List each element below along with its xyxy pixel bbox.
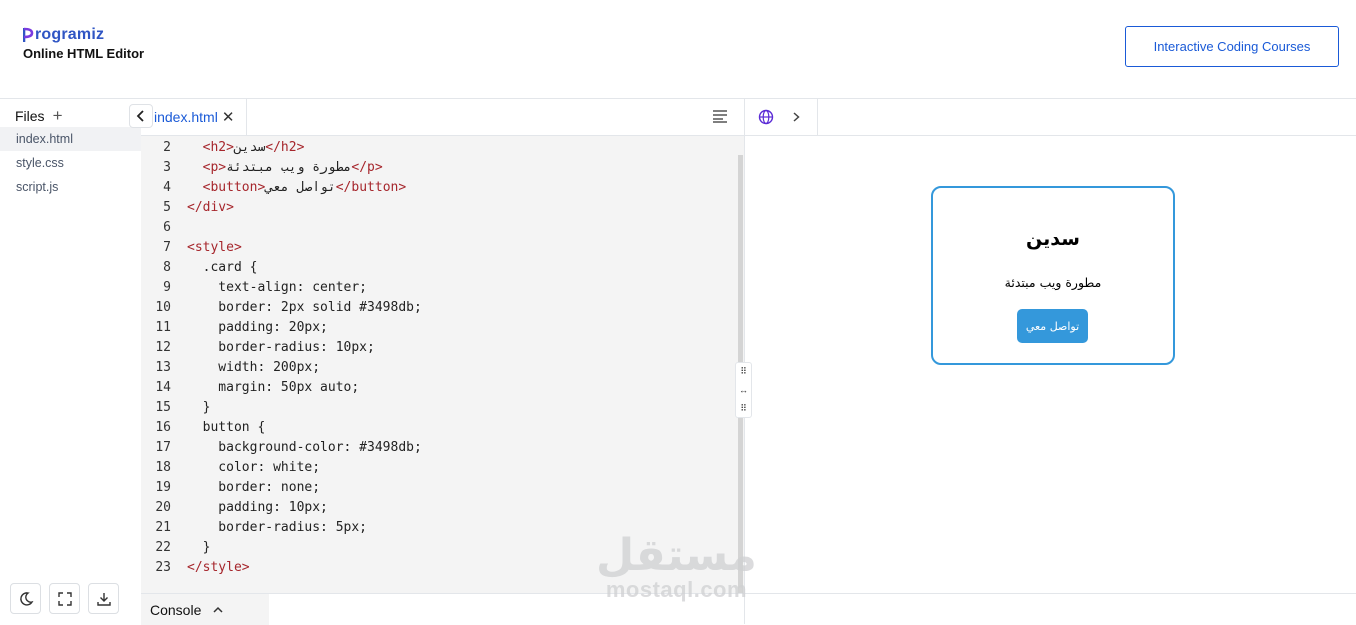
files-header: Files + — [15, 107, 63, 124]
line-source: } — [187, 400, 211, 415]
preview-toolbar — [745, 99, 1356, 136]
line-source: border-radius: 10px; — [187, 340, 375, 355]
line-source: border-radius: 5px; — [187, 520, 368, 535]
dark-mode-button[interactable] — [10, 583, 41, 614]
file-item-style[interactable]: style.css — [0, 151, 141, 175]
resize-handle[interactable]: ⠿ ↔ ⠿ — [735, 362, 752, 418]
files-panel: Files + index.html style.css script.js — [0, 99, 142, 624]
line-source: <style> — [187, 240, 242, 255]
download-icon — [96, 592, 111, 606]
line-source: </div> — [187, 200, 234, 215]
fullscreen-button[interactable] — [49, 583, 80, 614]
top-header: rogramiz Online HTML Editor Interactive … — [0, 0, 1356, 99]
interactive-courses-button[interactable]: Interactive Coding Courses — [1125, 26, 1339, 67]
line-number: 10 — [155, 300, 171, 315]
line-source: text-align: center; — [187, 280, 368, 295]
text-lines-icon — [713, 110, 727, 123]
line-number: 3 — [163, 160, 171, 175]
format-code-button[interactable] — [712, 109, 728, 128]
close-tab-icon[interactable]: ✕ — [222, 108, 235, 126]
programiz-p-icon — [23, 27, 34, 43]
file-item-script[interactable]: script.js — [0, 175, 141, 199]
line-number: 2 — [163, 140, 171, 155]
grip-dots-icon: ⠿ — [740, 403, 747, 413]
files-title: Files — [15, 108, 45, 124]
tab-label: index.html — [154, 109, 218, 125]
line-number: 19 — [155, 480, 171, 495]
line-source: } — [187, 540, 211, 555]
preview-card: سدين مطورة ويب مبتدئة تواصل معي — [931, 186, 1175, 365]
preview-divider — [745, 593, 1356, 594]
line-number: 14 — [155, 380, 171, 395]
code-area[interactable]: 2 <h2>سدين</h2> 3 <p>مطورة ويب مبتدئة</p>… — [141, 136, 744, 593]
download-button[interactable] — [88, 583, 119, 614]
preview-tab[interactable] — [745, 99, 818, 135]
line-number: 7 — [163, 240, 171, 255]
programiz-logo[interactable]: rogramiz Online HTML Editor — [23, 26, 144, 61]
editor-tabbar: index.html ✕ — [141, 99, 744, 136]
line-number: 5 — [163, 200, 171, 215]
preview-panel: سدين مطورة ويب مبتدئة تواصل معي — [744, 99, 1356, 624]
line-source: padding: 10px; — [187, 500, 328, 515]
line-source: <button>تواصل معي</button> — [202, 180, 407, 195]
line-number: 12 — [155, 340, 171, 355]
tab-index-html[interactable]: index.html ✕ — [141, 99, 247, 135]
line-number: 11 — [155, 320, 171, 335]
line-source: padding: 20px; — [187, 320, 328, 335]
line-number: 13 — [155, 360, 171, 375]
logo-text: rogramiz — [35, 26, 105, 43]
chevron-up-icon — [213, 606, 223, 613]
line-source: </style> — [187, 560, 250, 575]
line-number: 15 — [155, 400, 171, 415]
resize-arrows-icon: ↔ — [739, 385, 748, 395]
console-label: Console — [150, 601, 202, 618]
chevron-left-icon — [136, 110, 144, 122]
line-number: 16 — [155, 420, 171, 435]
line-number: 17 — [155, 440, 171, 455]
card-title: سدين — [1026, 228, 1080, 250]
card-text: مطورة ويب مبتدئة — [1004, 275, 1102, 290]
line-source: margin: 50px auto; — [187, 380, 360, 395]
add-file-icon[interactable]: + — [53, 107, 63, 124]
watermark-arabic: مستقل — [596, 530, 757, 581]
fullscreen-icon — [57, 591, 72, 606]
line-number: 20 — [155, 500, 171, 515]
line-number: 9 — [163, 280, 171, 295]
watermark: مستقل mostaql.com — [596, 533, 757, 601]
contact-button[interactable]: تواصل معي — [1017, 309, 1088, 343]
grip-dots-icon: ⠿ — [740, 366, 747, 376]
line-number: 22 — [155, 540, 171, 555]
line-source: border: 2px solid #3498db; — [187, 300, 422, 315]
line-source: button { — [187, 420, 266, 435]
line-number: 4 — [163, 180, 171, 195]
sidebar-bottom-actions — [10, 583, 119, 614]
console-toggle[interactable]: Console — [141, 594, 269, 625]
file-item-index[interactable]: index.html — [0, 127, 141, 151]
globe-icon — [758, 109, 774, 125]
line-number: 6 — [163, 220, 171, 235]
line-source: <p>مطورة ويب مبتدئة</p> — [202, 160, 383, 175]
watermark-latin: mostaql.com — [605, 577, 748, 602]
editor-subtitle: Online HTML Editor — [23, 46, 145, 61]
line-source: width: 200px; — [187, 360, 321, 375]
line-source: color: white; — [187, 460, 321, 475]
line-number: 21 — [155, 520, 171, 535]
line-source: <h2>سدين</h2> — [202, 140, 305, 155]
line-source: border: none; — [187, 480, 321, 495]
chevron-right-icon — [793, 112, 800, 122]
line-number: 8 — [163, 260, 171, 275]
line-number: 18 — [155, 460, 171, 475]
line-source: .card { — [187, 260, 258, 275]
moon-icon — [19, 591, 33, 606]
collapse-sidebar-button[interactable] — [129, 104, 153, 128]
line-source: background-color: #3498db; — [187, 440, 422, 455]
line-number: 23 — [155, 560, 171, 575]
